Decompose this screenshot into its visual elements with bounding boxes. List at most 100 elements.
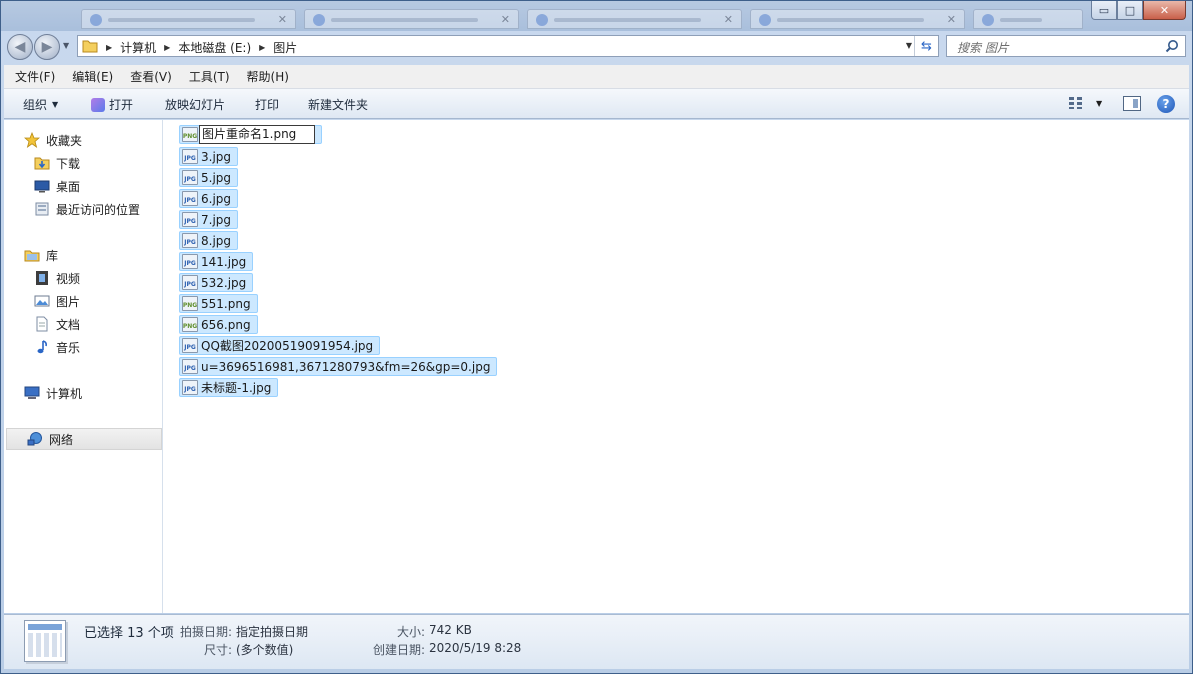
music-note-icon (34, 339, 50, 355)
minimize-button[interactable]: ▭ (1091, 1, 1117, 20)
list-item[interactable]: JPG 7.jpg (179, 210, 239, 229)
list-item[interactable]: JPG 5.jpg (179, 168, 239, 187)
refresh-button[interactable]: ⇆ (914, 36, 938, 56)
refresh-icon: ⇆ (921, 38, 932, 54)
search-input[interactable]: 搜索 图片 (946, 35, 1186, 57)
file-name: 551.png (201, 296, 251, 311)
explorer-window: ✕ ✕ ✕ ✕ ▭ □ ✕ ◀ ▶ ▼ ▶ 计算机 ▶ 本地磁盘 (E:) ▶ … (0, 0, 1193, 674)
address-bar[interactable]: ▶ 计算机 ▶ 本地磁盘 (E:) ▶ 图片 ▼ ⇆ (77, 35, 939, 57)
png-file-icon: PNG (182, 296, 198, 311)
slideshow-label: 放映幻灯片 (165, 98, 226, 112)
nav-music-label: 音乐 (56, 340, 81, 355)
list-item[interactable]: JPG u=3696516981,3671280793&fm=26&gp=0.jp… (179, 357, 498, 376)
nav-libraries[interactable]: 库 (4, 244, 162, 266)
jpg-file-icon: JPG (182, 212, 198, 227)
created-date-label: 创建日期: (373, 643, 426, 657)
chevron-down-icon[interactable]: ▼ (1096, 99, 1102, 108)
chevron-right-icon[interactable]: ▶ (259, 43, 265, 52)
list-item[interactable]: PNG 551.png (179, 294, 258, 313)
nav-videos[interactable]: 视频 (4, 267, 162, 289)
maximize-icon: □ (1124, 3, 1136, 17)
back-arrow-icon: ◀ (14, 39, 26, 55)
nav-pictures[interactable]: 图片 (4, 290, 162, 312)
change-view-button[interactable]: ▼ (1068, 96, 1102, 110)
organize-label: 组织 (23, 98, 48, 112)
breadcrumb-computer[interactable]: 计算机 (120, 39, 156, 56)
file-name: 8.jpg (201, 233, 232, 248)
main-area: 收藏夹 下载 桌面 最近访问的位置 库 视频 图片 文档 音乐 计算机 网络 P… (4, 120, 1189, 613)
organize-button[interactable]: 组织 ▼ (23, 96, 58, 113)
nav-desktop[interactable]: 桌面 (4, 175, 162, 197)
nav-documents[interactable]: 文档 (4, 313, 162, 335)
breadcrumb-drive-e[interactable]: 本地磁盘 (E:) (178, 39, 251, 56)
file-name: 656.png (201, 317, 251, 332)
breadcrumb-pictures[interactable]: 图片 (273, 39, 297, 56)
command-bar: 组织 ▼ 打开 放映幻灯片 打印 新建文件夹 ▼ ? (4, 89, 1189, 119)
list-item[interactable]: JPG 532.jpg (179, 273, 254, 292)
list-item[interactable]: PNG 656.png (179, 315, 258, 334)
nav-computer[interactable]: 计算机 (4, 382, 162, 404)
file-name: 532.jpg (201, 275, 247, 290)
file-name: 未标题-1.jpg (201, 381, 272, 395)
open-button[interactable]: 打开 (91, 96, 133, 113)
new-folder-button[interactable]: 新建文件夹 (308, 96, 368, 113)
video-icon (34, 270, 50, 286)
list-item[interactable]: JPG 6.jpg (179, 189, 239, 208)
nav-documents-label: 文档 (56, 317, 81, 332)
jpg-file-icon: JPG (182, 359, 198, 374)
maximize-button[interactable]: □ (1117, 1, 1143, 20)
nav-recent-places[interactable]: 最近访问的位置 (4, 198, 162, 220)
dimensions-value: (多个数值) (236, 643, 294, 657)
size-value: 742 KB (429, 623, 472, 637)
menu-tools[interactable]: 工具(T) (178, 68, 236, 85)
list-item[interactable]: JPG 未标题-1.jpg (179, 378, 279, 397)
menu-edit[interactable]: 编辑(E) (61, 68, 119, 85)
recent-places-icon (34, 201, 50, 217)
preview-pane-button[interactable] (1123, 96, 1141, 111)
help-button[interactable]: ? (1157, 95, 1175, 113)
background-tab: ✕ (81, 9, 296, 29)
chevron-right-icon[interactable]: ▶ (106, 43, 112, 52)
nav-music[interactable]: 音乐 (4, 336, 162, 358)
file-name: 3.jpg (201, 149, 232, 164)
back-button[interactable]: ◀ (7, 34, 33, 60)
list-item[interactable]: JPG QQ截图20200519091954.jpg (179, 336, 381, 355)
chevron-down-icon[interactable]: ▼ (906, 41, 912, 50)
background-tab: ✕ (750, 9, 965, 29)
chevron-right-icon[interactable]: ▶ (164, 43, 170, 52)
menu-file[interactable]: 文件(F) (4, 68, 61, 85)
computer-icon (24, 385, 40, 401)
jpg-file-icon: JPG (182, 191, 198, 206)
nav-downloads[interactable]: 下载 (4, 152, 162, 174)
slideshow-button[interactable]: 放映幻灯片 (165, 96, 225, 113)
list-item[interactable]: JPG 3.jpg (179, 147, 239, 166)
menu-help[interactable]: 帮助(H) (236, 68, 295, 85)
chevron-down-icon: ▼ (52, 100, 59, 109)
list-item[interactable]: PNG 图片重命名1.png (179, 125, 323, 144)
selection-count: 已选择 13 个项 (84, 626, 174, 641)
file-name: u=3696516981,3671280793&fm=26&gp=0.jpg (201, 359, 491, 374)
jpg-file-icon: JPG (182, 233, 198, 248)
print-button[interactable]: 打印 (255, 96, 279, 113)
date-taken-value[interactable]: 指定拍摄日期 (236, 623, 308, 640)
view-options-icon (1069, 97, 1082, 109)
recent-pages-dropdown[interactable]: ▼ (63, 41, 69, 50)
nav-favorites-label: 收藏夹 (46, 133, 83, 148)
list-item[interactable]: JPG 8.jpg (179, 231, 239, 250)
nav-libraries-label: 库 (46, 248, 59, 263)
pictures-icon (34, 293, 50, 309)
size-label: 大小: (397, 625, 426, 639)
nav-computer-label: 计算机 (46, 386, 83, 401)
nav-favorites[interactable]: 收藏夹 (4, 129, 162, 151)
close-button[interactable]: ✕ (1143, 1, 1186, 20)
dimensions-label: 尺寸: (204, 643, 233, 657)
search-icon[interactable] (1165, 39, 1179, 53)
list-item[interactable]: JPG 141.jpg (179, 252, 254, 271)
forward-button[interactable]: ▶ (34, 34, 60, 60)
nav-recent-label: 最近访问的位置 (56, 202, 141, 217)
nav-network[interactable]: 网络 (6, 428, 162, 450)
menu-view[interactable]: 查看(V) (119, 68, 178, 85)
library-icon (24, 247, 40, 263)
rename-input[interactable]: 图片重命名1.png (199, 125, 316, 144)
background-tab (973, 9, 1083, 29)
